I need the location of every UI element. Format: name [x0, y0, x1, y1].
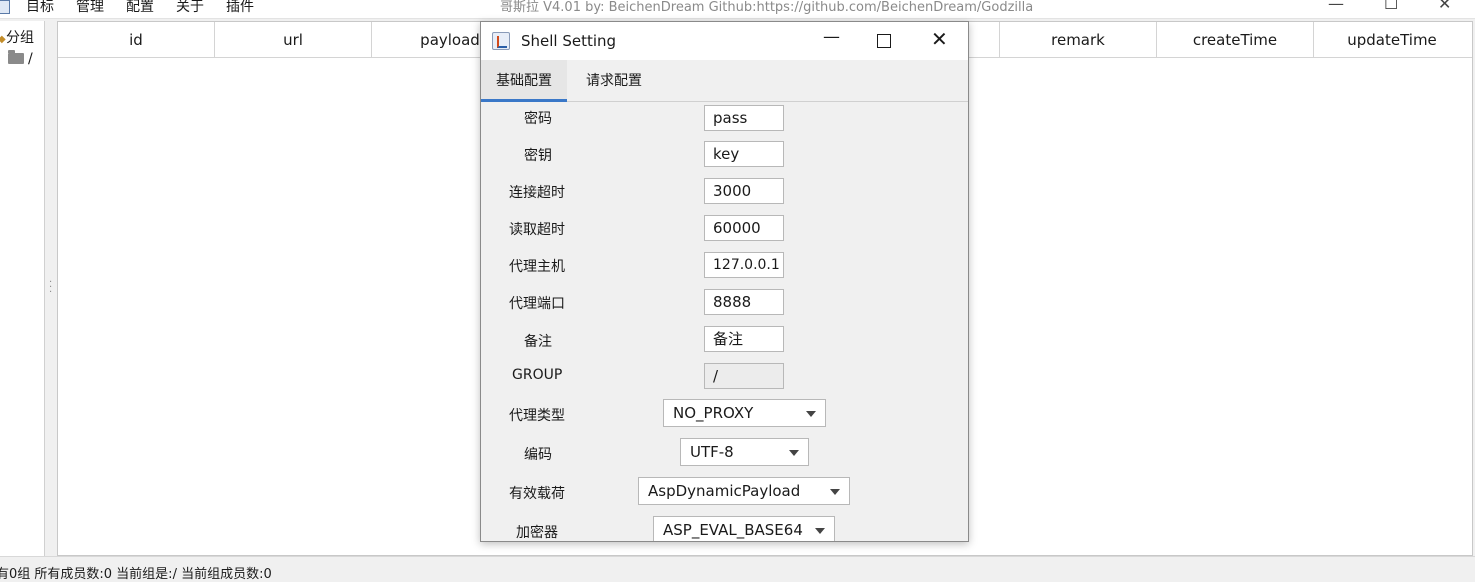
proxy-port-field[interactable]: 8888 — [704, 289, 784, 315]
title-separator — [0, 18, 1475, 19]
splitter-grip-icon[interactable]: · · · — [49, 278, 52, 300]
password-field[interactable]: pass — [704, 105, 784, 131]
group-tree: ◆分组 / — [0, 21, 45, 556]
chevron-down-icon — [815, 528, 825, 534]
connect-timeout-field[interactable]: 3000 — [704, 178, 784, 204]
proxy-type-value: NO_PROXY — [673, 404, 754, 422]
menu-item-plugin[interactable]: 插件 — [226, 0, 254, 16]
tree-child-label: / — [28, 51, 33, 67]
window-minimize-button[interactable]: — — [1328, 0, 1344, 13]
menu-item-config[interactable]: 配置 — [126, 0, 154, 16]
dialog-close-button[interactable]: ✕ — [931, 27, 948, 51]
password-label: 密码 — [524, 111, 552, 127]
group-field: / — [704, 363, 784, 389]
proxy-port-label: 代理端口 — [509, 296, 565, 312]
tab-request-config[interactable]: 请求配置 — [571, 60, 657, 102]
status-bar: 有0组 所有成员数:0 当前组是:/ 当前组成员数:0 — [0, 556, 1475, 582]
payload-select[interactable]: AspDynamicPayload — [638, 477, 850, 505]
java-icon — [492, 32, 510, 50]
column-header-createtime[interactable]: createTime — [1157, 22, 1314, 58]
folder-icon — [8, 50, 24, 64]
remark-label: 备注 — [524, 334, 552, 350]
dialog-title: Shell Setting — [521, 32, 617, 50]
chevron-down-icon — [830, 489, 840, 495]
window-title: 哥斯拉 V4.01 by: BeichenDream Github:https:… — [500, 0, 1034, 15]
payload-value: AspDynamicPayload — [648, 482, 801, 500]
group-label: GROUP — [512, 367, 563, 383]
menu-item-manage[interactable]: 管理 — [76, 0, 104, 16]
column-header-id[interactable]: id — [58, 22, 215, 58]
secret-key-label: 密钥 — [524, 148, 552, 164]
column-header-remark[interactable]: remark — [1000, 22, 1157, 58]
encoding-label: 编码 — [524, 447, 552, 463]
app-icon — [0, 0, 10, 14]
encoding-select[interactable]: UTF-8 — [680, 438, 809, 466]
cryption-value: ASP_EVAL_BASE64 — [663, 521, 803, 539]
dialog-minimize-button[interactable]: — — [823, 27, 840, 47]
proxy-type-label: 代理类型 — [509, 408, 565, 424]
shell-setting-dialog: Shell Setting — ✕ 基础配置 请求配置 密码 pass 密钥 k… — [480, 21, 969, 542]
tree-root-label: 分组 — [6, 30, 34, 46]
window-close-button[interactable]: ✕ — [1438, 0, 1451, 13]
dialog-title-bar[interactable]: Shell Setting — ✕ — [481, 22, 968, 60]
connect-timeout-label: 连接超时 — [509, 185, 565, 201]
cryption-label: 加密器 — [516, 525, 558, 541]
read-timeout-field[interactable]: 60000 — [704, 215, 784, 241]
dialog-maximize-button[interactable] — [877, 34, 891, 48]
window-maximize-button[interactable]: ☐ — [1384, 0, 1398, 13]
menu-item-target[interactable]: 目标 — [26, 0, 54, 16]
secret-key-field[interactable]: key — [704, 141, 784, 167]
menu-item-about[interactable]: 关于 — [176, 0, 204, 16]
tree-node-slash[interactable]: / — [8, 50, 33, 67]
chevron-down-icon — [806, 411, 816, 417]
column-header-updatetime[interactable]: updateTime — [1314, 22, 1470, 58]
tree-node-root[interactable]: ◆分组 — [0, 27, 34, 47]
proxy-host-field[interactable]: 127.0.0.1 — [704, 252, 784, 278]
encoding-value: UTF-8 — [690, 443, 734, 461]
column-header-url[interactable]: url — [215, 22, 372, 58]
remark-field[interactable]: 备注 — [704, 326, 784, 352]
chevron-down-icon — [789, 450, 799, 456]
proxy-host-label: 代理主机 — [509, 259, 565, 275]
cryption-select[interactable]: ASP_EVAL_BASE64 — [653, 516, 835, 541]
tab-basic-config[interactable]: 基础配置 — [481, 60, 567, 102]
read-timeout-label: 读取超时 — [509, 222, 565, 238]
status-text: 有0组 所有成员数:0 当前组是:/ 当前组成员数:0 — [0, 567, 272, 582]
payload-label: 有效载荷 — [509, 486, 565, 502]
proxy-type-select[interactable]: NO_PROXY — [663, 399, 826, 427]
title-bar: 目标 管理 配置 关于 插件 哥斯拉 V4.01 by: BeichenDrea… — [0, 0, 1475, 18]
dialog-tabs: 基础配置 请求配置 — [481, 60, 968, 102]
